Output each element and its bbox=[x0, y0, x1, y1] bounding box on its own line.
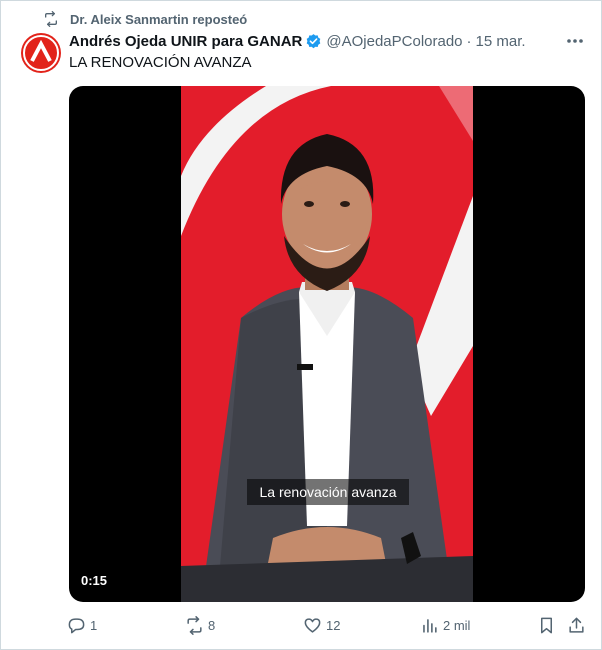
like-count: 12 bbox=[326, 617, 341, 633]
action-bar: 1 8 12 2 mil bbox=[67, 613, 591, 637]
post-date[interactable]: 15 mar. bbox=[476, 33, 526, 50]
share-icon bbox=[569, 617, 584, 633]
tweet-header: Andrés Ojeda UNIR para GANAR @AOjedaPCol… bbox=[69, 31, 526, 51]
views-count: 2 mil bbox=[443, 617, 471, 633]
tweet-text: LA RENOVACIÓN AVANZA bbox=[69, 54, 252, 71]
views-button[interactable]: 2 mil bbox=[420, 613, 470, 637]
share-button[interactable] bbox=[567, 613, 590, 637]
retweet-icon bbox=[187, 615, 202, 635]
reply-icon bbox=[68, 617, 85, 633]
more-icon bbox=[567, 39, 583, 43]
bookmark-button[interactable] bbox=[537, 613, 560, 637]
repost-label: Dr. Aleix Sanmartin reposteó bbox=[70, 11, 248, 27]
repost-icon bbox=[45, 11, 57, 27]
repost-count: 8 bbox=[208, 617, 216, 633]
avatar[interactable] bbox=[21, 33, 61, 73]
like-button[interactable]: 12 bbox=[303, 613, 340, 637]
video-frame[interactable]: La renovación avanza bbox=[181, 86, 473, 602]
more-options-button[interactable] bbox=[563, 31, 587, 51]
heart-icon bbox=[304, 617, 321, 633]
repost-button[interactable]: 8 bbox=[185, 613, 215, 637]
video-duration: 0:15 bbox=[81, 573, 108, 588]
analytics-icon bbox=[423, 618, 437, 633]
bookmark-icon bbox=[540, 617, 553, 633]
reply-button[interactable]: 1 bbox=[67, 613, 97, 637]
author-handle[interactable]: @AOjedaPColorado bbox=[326, 33, 462, 50]
video-scene bbox=[181, 86, 473, 602]
separator-dot: · bbox=[466, 32, 472, 50]
tweet-card[interactable]: Dr. Aleix Sanmartin reposteó Andrés Ojed… bbox=[0, 0, 602, 650]
repost-indicator[interactable]: Dr. Aleix Sanmartin reposteó bbox=[43, 10, 247, 28]
reply-count: 1 bbox=[90, 617, 98, 633]
video-caption: La renovación avanza bbox=[247, 479, 409, 505]
party-logo-icon bbox=[23, 35, 59, 71]
author-name[interactable]: Andrés Ojeda UNIR para GANAR bbox=[69, 33, 302, 50]
video-player[interactable]: La renovación avanza 0:15 bbox=[69, 86, 585, 602]
verified-badge-icon[interactable] bbox=[305, 33, 322, 50]
